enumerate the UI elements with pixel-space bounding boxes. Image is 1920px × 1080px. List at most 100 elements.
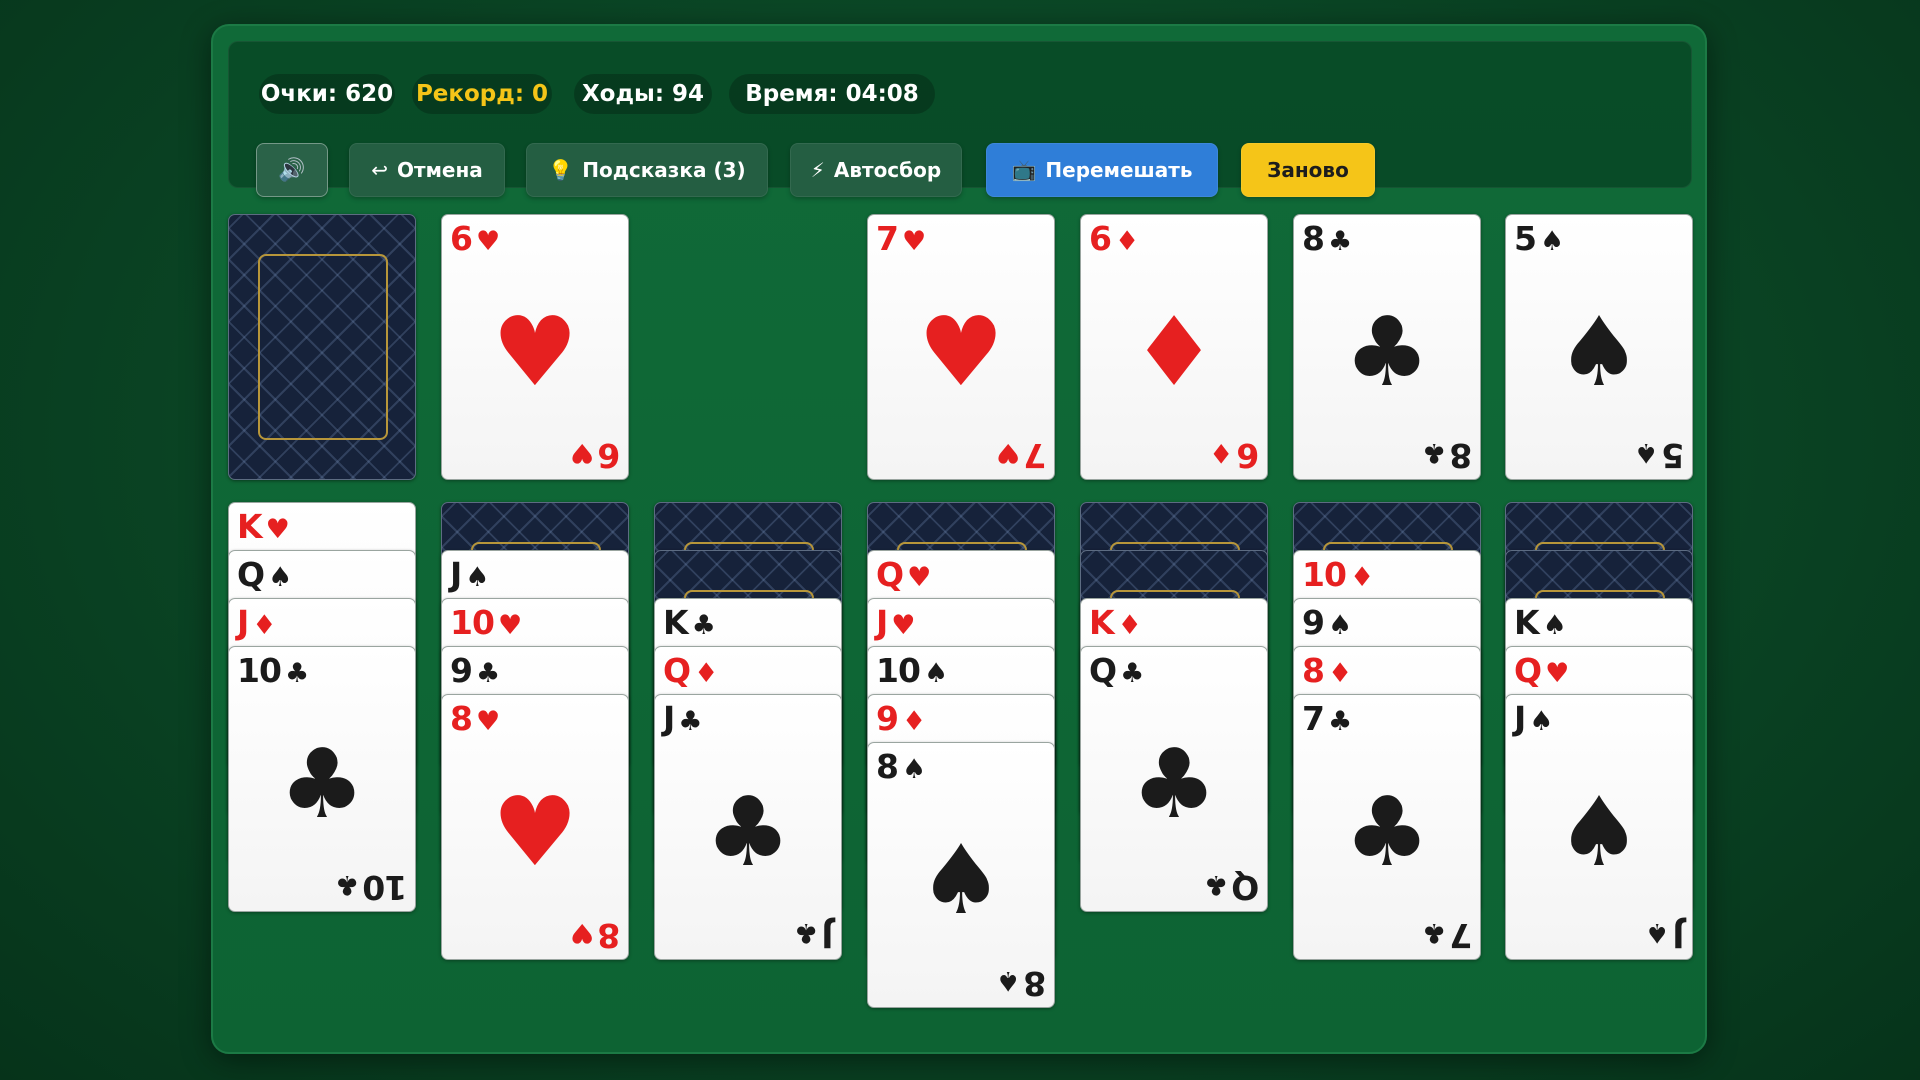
playing-card[interactable]: 8 ♥ ♥ 8♥ [441,694,629,960]
card-rank-corner: 6 ♦ [1089,217,1139,264]
hint-button[interactable]: 💡 Подсказка (3) [526,143,768,197]
tableau-column[interactable]: 10 ♦ 9 ♠ 8 ♦ 7 ♣ ♣ 7♣ [1293,502,1481,960]
lightbulb-icon: 💡 [548,158,574,182]
spades-icon: ♠ [465,562,489,593]
stock-pile[interactable] [228,214,416,480]
card-rank: K [1514,603,1540,642]
spades-icon: ♠ [917,824,1005,936]
playing-card[interactable]: 8 ♠ ♠ 8♠ [867,742,1055,1008]
undo-icon: ↩ [371,158,388,182]
hearts-icon: ♥ [265,514,290,545]
tableau-column[interactable]: K ♠ Q ♥ J ♠ ♠ J♠ [1505,502,1693,960]
sound-toggle-button[interactable]: 🔊 [256,143,328,197]
tableau-column[interactable]: Q ♥ J ♥ 10 ♠ 9 ♦ 8 ♠ ♠ 8♠ [867,502,1055,1008]
playing-card[interactable]: 7 ♣ ♣ 7♣ [1293,694,1481,960]
clubs-icon: ♣ [1327,706,1352,737]
card-back[interactable] [228,214,416,480]
card-rank-corner: Q ♠ [237,553,292,600]
playing-card[interactable]: J ♠ ♠ J♠ [1505,694,1693,960]
tableau-column[interactable]: K ♥ Q ♠ J ♦ 10 ♣ ♣ 10♣ [228,502,416,912]
game-board: Очки: 620 Рекорд: 0 Ходы: 94 Время: 04:0… [211,24,1707,1054]
card-rank-corner-inverted: J♣ [795,910,834,957]
spades-icon: ♠ [1634,437,1659,468]
score-stat: Очки: 620 [259,74,395,114]
clubs-icon: ♣ [1204,869,1228,900]
playing-card[interactable]: Q ♣ ♣ Q♣ [1080,646,1268,912]
clubs-icon: ♣ [278,728,366,840]
card-rank: 7 [1302,699,1325,738]
card-rank-corner-inverted: 8♠ [997,958,1046,1005]
card-rank: 9 [1302,603,1325,642]
card-rank-corner: Q ♦ [663,649,718,696]
clubs-icon: ♣ [794,917,818,948]
card-rank: 10 [450,603,495,642]
record-stat: Рекорд: 0 [412,74,552,114]
hearts-icon: ♥ [1545,658,1569,689]
card-rank: J [1672,916,1684,955]
foundation-pile[interactable]: 7 ♥ ♥ 7♥ [867,214,1055,480]
card-rank-corner: J ♦ [237,601,277,648]
shuffle-label: Перемешать [1045,158,1193,182]
spades-icon: ♠ [1555,776,1643,888]
playing-card[interactable]: 6 ♥ ♥ 6♥ [441,214,629,480]
card-rank: 9 [876,699,899,738]
hearts-icon: ♥ [497,610,522,641]
card-rank-corner-inverted: 7♥ [997,430,1046,477]
card-rank-corner: J ♣ [663,697,703,744]
tableau-column[interactable]: K ♣ Q ♦ J ♣ ♣ J♣ [654,502,842,960]
foundation-pile[interactable]: 6 ♦ ♦ 6♦ [1080,214,1268,480]
card-rank-corner: K ♠ [1514,601,1567,648]
playing-card[interactable]: 5 ♠ ♠ 5♠ [1505,214,1693,480]
card-rank: 6 [450,219,473,258]
card-rank: J [450,555,462,594]
hearts-icon: ♥ [570,437,595,468]
playing-card[interactable]: 7 ♥ ♥ 7♥ [867,214,1055,480]
clubs-icon: ♣ [678,706,702,737]
playing-card[interactable]: 6 ♦ ♦ 6♦ [1080,214,1268,480]
tableau-column[interactable]: K ♦ Q ♣ ♣ Q♣ [1080,502,1268,912]
card-rank-corner: J ♥ [876,601,916,648]
card-rank: J [1514,699,1526,738]
hearts-icon: ♥ [907,562,931,593]
diamonds-icon: ♦ [1114,226,1139,257]
tableau-column[interactable]: J ♠ 10 ♥ 9 ♣ 8 ♥ ♥ 8♥ [441,502,629,960]
card-rank: Q [1231,868,1259,907]
card-rank-corner: 9 ♦ [876,697,926,744]
hearts-icon: ♥ [475,226,500,257]
card-rank-corner: Q ♥ [876,553,931,600]
card-rank-corner: 8 ♠ [876,745,926,792]
playing-card[interactable]: J ♣ ♣ J♣ [654,694,842,960]
undo-button[interactable]: ↩ Отмена [349,143,505,197]
diamonds-icon: ♦ [1130,296,1218,408]
foundation-pile[interactable]: 8 ♣ ♣ 8♣ [1293,214,1481,480]
spades-icon: ♠ [1327,610,1352,641]
clubs-icon: ♣ [335,869,360,900]
card-rank: 7 [1024,436,1046,475]
card-rank: K [237,507,263,546]
foundation-pile[interactable]: 5 ♠ ♠ 5♠ [1505,214,1693,480]
clubs-icon: ♣ [1422,437,1447,468]
card-rank: 7 [876,219,899,258]
card-rank: 8 [1450,436,1472,475]
speaker-icon: 🔊 [278,157,306,183]
card-rank-corner: K ♥ [237,505,290,552]
card-rank: 6 [1237,436,1259,475]
clubs-icon: ♣ [1130,728,1218,840]
card-rank-corner: 10 ♦ [1302,553,1374,600]
hearts-icon: ♥ [917,296,1005,408]
playing-card[interactable]: 10 ♣ ♣ 10♣ [228,646,416,912]
card-rank-corner-inverted: Q♣ [1205,862,1259,909]
card-rank: Q [663,651,691,690]
undo-label: Отмена [396,158,483,182]
card-rank: 5 [1514,219,1537,258]
restart-button[interactable]: Заново [1241,143,1375,197]
card-rank-corner: K ♦ [1089,601,1142,648]
clubs-icon: ♣ [704,776,792,888]
spades-icon: ♠ [268,562,292,593]
card-rank: 8 [1024,964,1046,1003]
autocollect-button[interactable]: ⚡ Автосбор [790,143,962,197]
lightning-icon: ⚡ [810,158,825,182]
playing-card[interactable]: 8 ♣ ♣ 8♣ [1293,214,1481,480]
waste-pile[interactable]: 6 ♥ ♥ 6♥ [441,214,629,480]
shuffle-button[interactable]: 📺 Перемешать [986,143,1218,197]
